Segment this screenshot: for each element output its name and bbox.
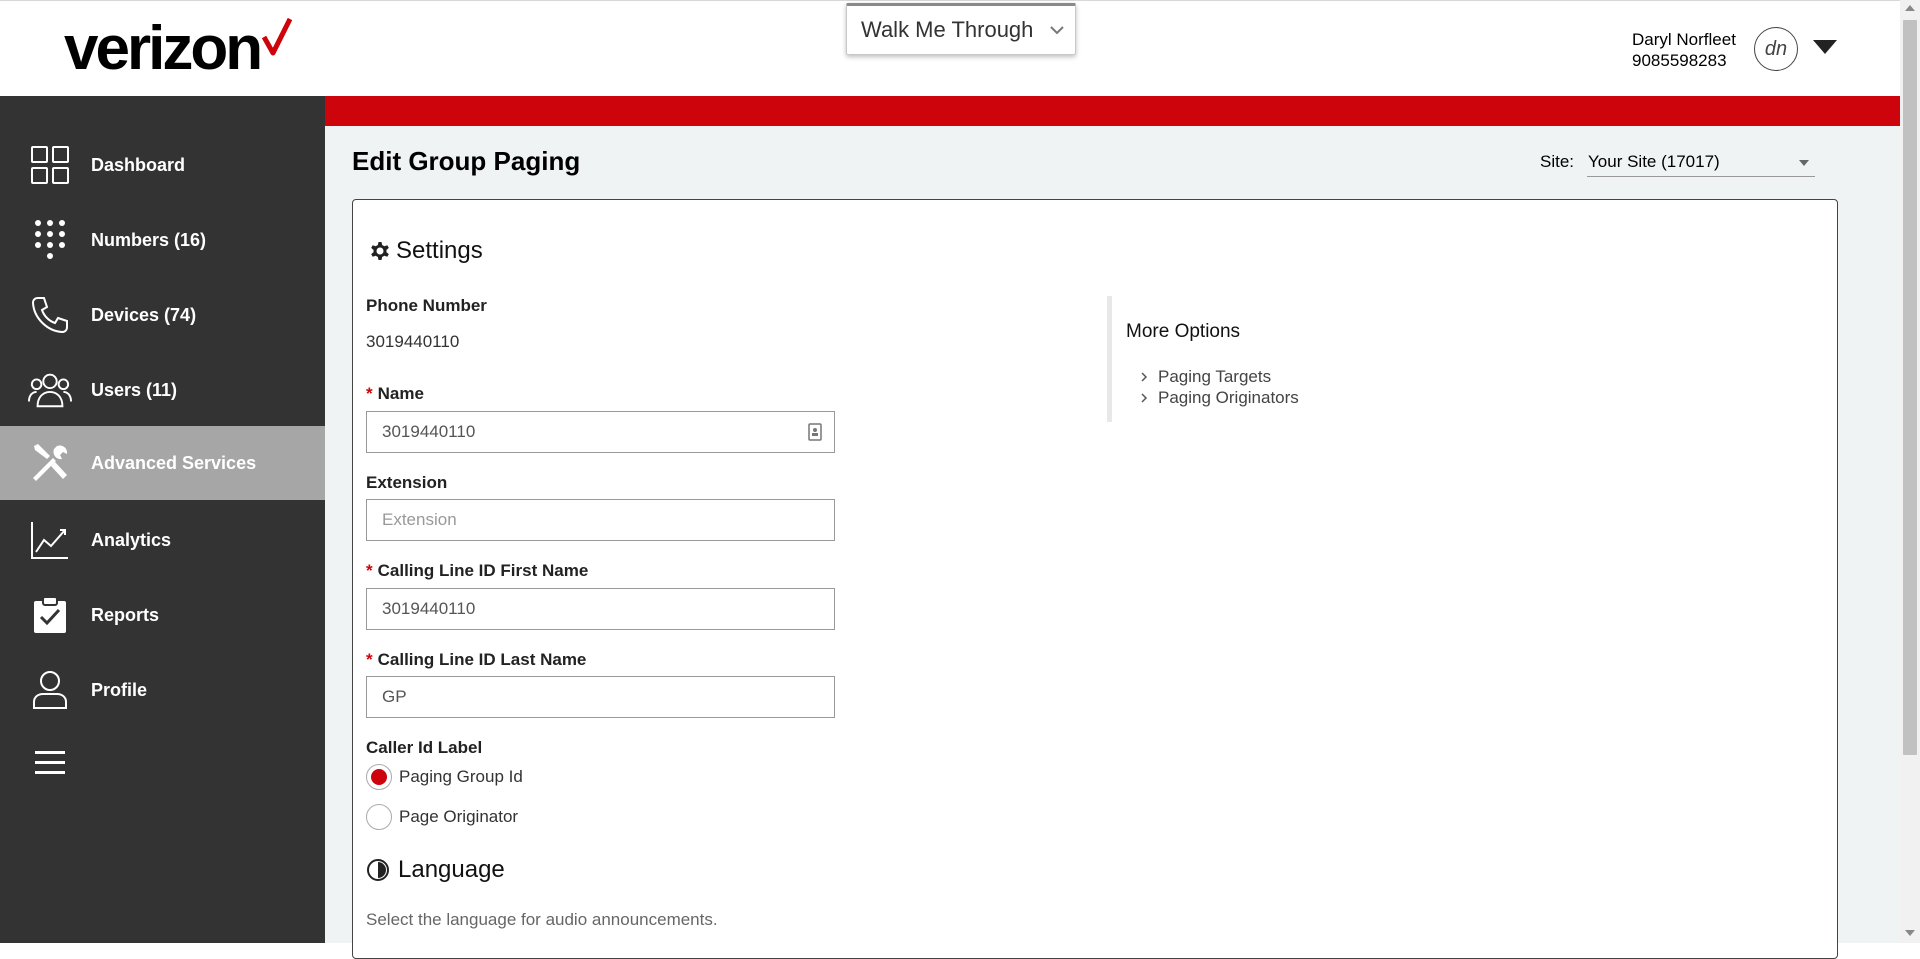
name-label: * Name — [366, 384, 424, 404]
sidebar-item-label: Users (11) — [91, 379, 178, 400]
chevron-right-icon — [1141, 372, 1148, 382]
user-name: Daryl Norfleet — [1632, 30, 1736, 49]
clid-last-name-label: * Calling Line ID Last Name — [366, 650, 586, 670]
site-label: Site: — [1540, 152, 1575, 171]
dialpad-icon — [28, 218, 72, 262]
radio-label: Page Originator — [399, 807, 519, 826]
sidebar-item-numbers[interactable]: Numbers (16) — [0, 203, 325, 277]
sidebar-item-analytics[interactable]: Analytics — [0, 503, 325, 577]
user-phone: 9085598283 — [1632, 51, 1727, 70]
radio-paging-group-id[interactable]: Paging Group Id — [366, 764, 523, 790]
phone-number-label: Phone Number — [366, 296, 487, 315]
language-title: Language — [398, 856, 505, 883]
settings-heading: Settings — [368, 237, 483, 265]
chevron-right-icon — [1141, 393, 1148, 403]
sidebar-item-profile[interactable]: Profile — [0, 653, 325, 727]
scrollbar-thumb[interactable] — [1903, 20, 1917, 755]
required-marker: * — [366, 650, 373, 669]
sidebar-menu-toggle[interactable] — [0, 726, 325, 800]
radio-label: Paging Group Id — [399, 767, 523, 786]
scroll-down-icon[interactable] — [1905, 930, 1915, 936]
language-toggle-icon — [367, 859, 389, 881]
avatar[interactable]: dn — [1754, 27, 1798, 71]
sidebar-item-label: Numbers (16) — [91, 229, 207, 250]
contact-card-icon[interactable] — [808, 423, 822, 441]
radio-page-originator[interactable]: Page Originator — [366, 804, 518, 830]
walk-me-through-label: Walk Me Through — [861, 17, 1034, 42]
sidebar-item-label: Devices (74) — [91, 304, 197, 325]
clid-first-name-label-text: Calling Line ID First Name — [377, 561, 589, 580]
site-select[interactable]: Your Site (17017) — [1587, 150, 1815, 177]
chevron-down-icon — [1039, 25, 1075, 35]
site-select-value: Your Site (17017) — [1588, 152, 1720, 171]
radio-dot — [371, 769, 387, 785]
page-title: Edit Group Paging — [352, 146, 581, 176]
name-input[interactable] — [366, 411, 835, 453]
radio-button[interactable] — [366, 804, 392, 830]
required-marker: * — [366, 384, 373, 403]
chart-icon — [28, 518, 72, 562]
tools-icon — [28, 441, 72, 485]
more-options-title: More Options — [1126, 321, 1241, 342]
sidebar-item-devices[interactable]: Devices (74) — [0, 278, 325, 352]
extension-input[interactable] — [366, 499, 835, 541]
walk-me-through-dropdown[interactable]: Walk Me Through — [846, 3, 1076, 55]
phone-number-value: 3019440110 — [366, 332, 460, 351]
grid-icon — [28, 143, 72, 187]
logo-checkmark-icon — [262, 17, 293, 56]
language-description: Select the language for audio announceme… — [366, 910, 718, 929]
caller-id-label: Caller Id Label — [366, 738, 483, 757]
caret-down-icon — [1799, 160, 1809, 166]
clipboard-check-icon — [28, 593, 72, 637]
paging-targets-link[interactable]: Paging Targets — [1140, 367, 1271, 387]
brand-red-band — [300, 96, 1900, 126]
link-label: Paging Targets — [1158, 367, 1272, 386]
sidebar-item-label: Analytics — [91, 529, 172, 550]
verizon-logo[interactable]: verizon — [64, 14, 293, 83]
radio-button-selected[interactable] — [366, 764, 392, 790]
extension-label: Extension — [366, 473, 448, 492]
paging-originators-link[interactable]: Paging Originators — [1140, 388, 1299, 408]
top-header: verizon Walk Me Through Daryl Norfleet 9… — [0, 0, 1900, 96]
sidebar-item-label: Dashboard — [91, 154, 186, 175]
user-menu-caret-icon[interactable] — [1812, 39, 1838, 55]
hamburger-menu-icon — [28, 741, 72, 785]
sidebar-item-reports[interactable]: Reports — [0, 578, 325, 652]
sidebar-item-dashboard[interactable]: Dashboard — [0, 128, 325, 202]
required-marker: * — [366, 561, 373, 580]
more-options-divider — [1107, 296, 1112, 422]
clid-first-name-label: * Calling Line ID First Name — [366, 561, 588, 581]
page-scrollbar[interactable] — [1900, 0, 1920, 943]
language-heading: Language — [366, 856, 505, 884]
person-icon — [28, 668, 72, 712]
clid-last-name-label-text: Calling Line ID Last Name — [377, 650, 587, 669]
settings-title: Settings — [396, 237, 483, 264]
sidebar-item-label: Advanced Services — [91, 452, 257, 473]
sidebar-item-advanced-services[interactable]: Advanced Services — [0, 426, 325, 500]
link-label: Paging Originators — [1158, 388, 1299, 407]
sidebar-item-label: Profile — [91, 679, 148, 700]
user-info: Daryl Norfleet 9085598283 — [1632, 29, 1736, 71]
gear-icon — [371, 242, 389, 260]
users-icon — [28, 368, 72, 412]
sidebar-item-users[interactable]: Users (11) — [0, 353, 325, 427]
sidebar-item-label: Reports — [91, 604, 160, 625]
clid-last-name-input[interactable] — [366, 676, 835, 718]
name-label-text: Name — [377, 384, 424, 403]
scroll-up-icon[interactable] — [1905, 5, 1915, 11]
clid-first-name-input[interactable] — [366, 588, 835, 630]
phone-icon — [28, 293, 72, 337]
logo-text: verizon — [64, 14, 263, 83]
